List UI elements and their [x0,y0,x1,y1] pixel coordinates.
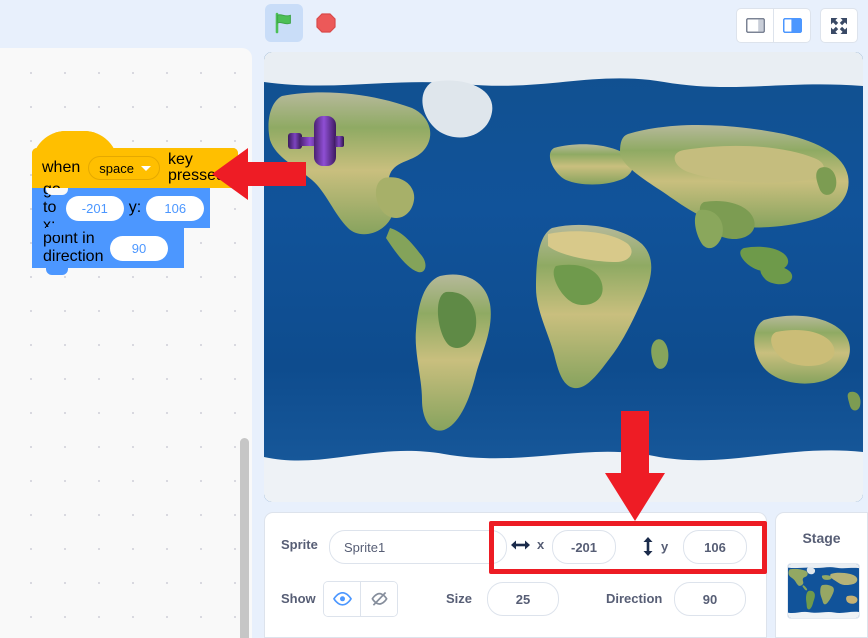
stage-container [255,44,868,506]
stop-octagon-icon [316,13,336,33]
stage-pane-title: Stage [802,530,841,546]
world-map-backdrop [264,52,863,502]
x-coordinate-input[interactable]: -201 [552,530,616,564]
stage-selector-pane[interactable]: Stage [775,512,868,638]
y-coordinate-input[interactable]: 106 [683,530,747,564]
go-to-x-input[interactable]: -201 [65,195,124,221]
stop-button[interactable] [307,4,345,42]
point-in-direction-label: point in direction [43,230,104,265]
stage-size-controls [736,8,858,43]
sprite-name-input[interactable]: Sprite1 [329,530,507,564]
arrows-horizontal-icon [511,540,530,549]
key-dropdown-value: space [99,160,134,176]
y-field-group: y [642,537,668,556]
small-stage-button[interactable] [736,8,774,43]
when-label: when [42,159,81,176]
block-notch-bottom [46,267,68,275]
block-script-stack[interactable]: when space key pressed go to x: -201 y: … [32,131,238,275]
chevron-down-icon [140,165,151,171]
small-stage-icon [745,18,765,33]
run-controls [265,4,345,42]
green-flag-icon [275,12,291,34]
direction-input[interactable]: 90 [674,582,746,616]
large-stage-icon [782,18,802,33]
green-flag-button[interactable] [265,4,303,42]
stage-thumbnail-image [788,564,859,618]
x-field-group: x [511,537,544,552]
stage[interactable] [264,52,863,502]
eye-icon [332,592,352,606]
block-notch-top [46,188,68,195]
block-when-key-pressed[interactable]: when space key pressed [32,131,238,188]
direction-input[interactable]: 90 [110,235,168,261]
fullscreen-arrows-icon [831,17,847,34]
key-dropdown[interactable]: space [88,156,160,180]
stage-thumbnail[interactable] [787,563,860,619]
size-input[interactable]: 25 [487,582,559,616]
direction-label: Direction [606,591,663,606]
eye-slash-icon [370,592,388,606]
show-label: Show [281,591,316,606]
red-arrow-pointing-left [212,148,306,200]
show-sprite-button[interactable] [324,582,360,616]
y-label: y [661,539,669,554]
block-notch-top [46,228,68,235]
fullscreen-button[interactable] [820,8,858,43]
go-to-y-input[interactable]: 106 [146,195,205,221]
red-arrow-pointing-down [605,411,665,521]
x-label: x [537,537,545,552]
show-hide-toggle [323,581,398,617]
block-point-in-direction[interactable]: point in direction 90 [32,228,184,275]
large-stage-button[interactable] [774,8,811,43]
sprite-info-pane: Sprite Sprite1 x -201 y 106 Show Size 25… [264,512,767,638]
go-to-y-label: y: [128,199,142,216]
sprite-name-label: Sprite [281,537,318,552]
hide-sprite-button[interactable] [360,582,397,616]
block-go-to-xy[interactable]: go to x: -201 y: 106 [32,181,210,235]
size-label: Size [446,591,473,606]
arrows-vertical-icon [643,537,653,556]
code-workspace[interactable]: when space key pressed go to x: -201 y: … [0,48,252,638]
workspace-vertical-scrollbar[interactable] [240,438,249,638]
top-bar [0,0,868,48]
